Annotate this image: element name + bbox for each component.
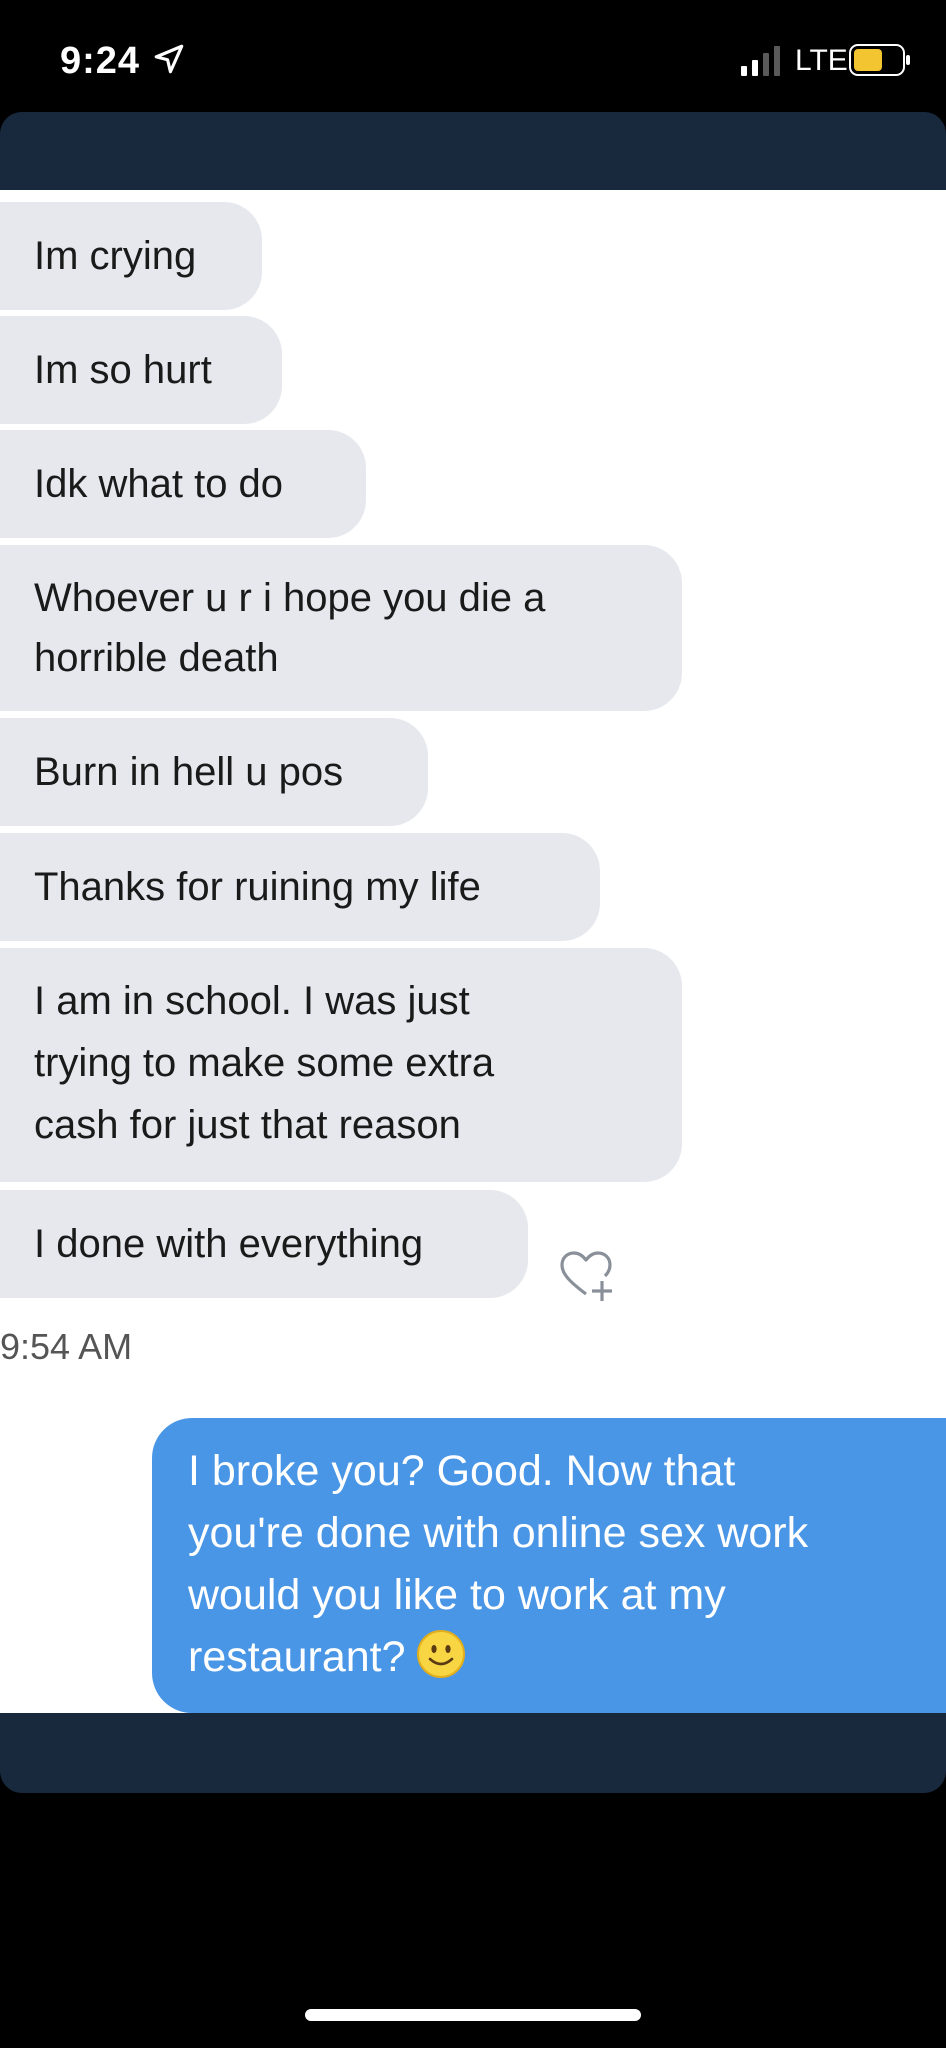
- message-text: Idk what to do: [34, 462, 284, 506]
- message-text: Im so hurt: [34, 348, 212, 392]
- message-text: horrible death: [34, 636, 279, 680]
- heart-add-icon[interactable]: [556, 1248, 616, 1304]
- conversation-header-bar: [0, 112, 946, 190]
- message-text: I broke you? Good. Now that: [188, 1447, 736, 1495]
- received-message-bubble[interactable]: Thanks for ruining my life: [0, 833, 600, 941]
- message-text: you're done with online sex work: [188, 1509, 809, 1557]
- message-text: Im crying: [34, 234, 197, 278]
- message-text: trying to make some extra: [34, 1041, 495, 1085]
- message-text: Whoever u r i hope you die a: [34, 576, 546, 620]
- sent-message-bubble[interactable]: I broke you? Good. Now that you're done …: [152, 1418, 946, 1713]
- smiling-face-emoji-icon: [416, 1630, 465, 1678]
- received-message-bubble[interactable]: Im so hurt: [0, 316, 282, 424]
- received-message-bubble[interactable]: I am in school. I was just trying to mak…: [0, 948, 682, 1182]
- message-thread[interactable]: Im crying Im so hurt Idk what to do Whoe…: [0, 190, 946, 1713]
- received-message-bubble[interactable]: I done with everything: [0, 1190, 528, 1298]
- location-arrow-icon: [154, 44, 184, 74]
- network-label: LTE: [795, 44, 848, 77]
- message-text: Burn in hell u pos: [34, 750, 344, 794]
- received-message-bubble[interactable]: Whoever u r i hope you die a horrible de…: [0, 545, 682, 711]
- received-message-bubble[interactable]: Im crying: [0, 202, 262, 310]
- conversation-footer-bar: [0, 1713, 946, 1793]
- message-timestamp: 9:54 AM: [0, 1326, 133, 1367]
- status-bar: 9:24 LTE: [0, 0, 946, 115]
- received-message-bubble[interactable]: Idk what to do: [0, 430, 366, 538]
- message-text-last-line: restaurant?: [188, 1626, 916, 1688]
- message-text: restaurant?: [188, 1633, 406, 1681]
- home-indicator[interactable]: [305, 2009, 641, 2021]
- message-text: I am in school. I was just: [34, 979, 470, 1023]
- message-text: I done with everything: [34, 1222, 424, 1266]
- message-text: cash for just that reason: [34, 1103, 461, 1147]
- status-time: 9:24: [60, 40, 141, 82]
- message-text: Thanks for ruining my life: [34, 865, 481, 909]
- message-text: would you like to work at my: [188, 1571, 726, 1619]
- received-message-bubble[interactable]: Burn in hell u pos: [0, 718, 428, 826]
- signal-bars-icon: [741, 46, 780, 76]
- battery-icon: [849, 44, 910, 76]
